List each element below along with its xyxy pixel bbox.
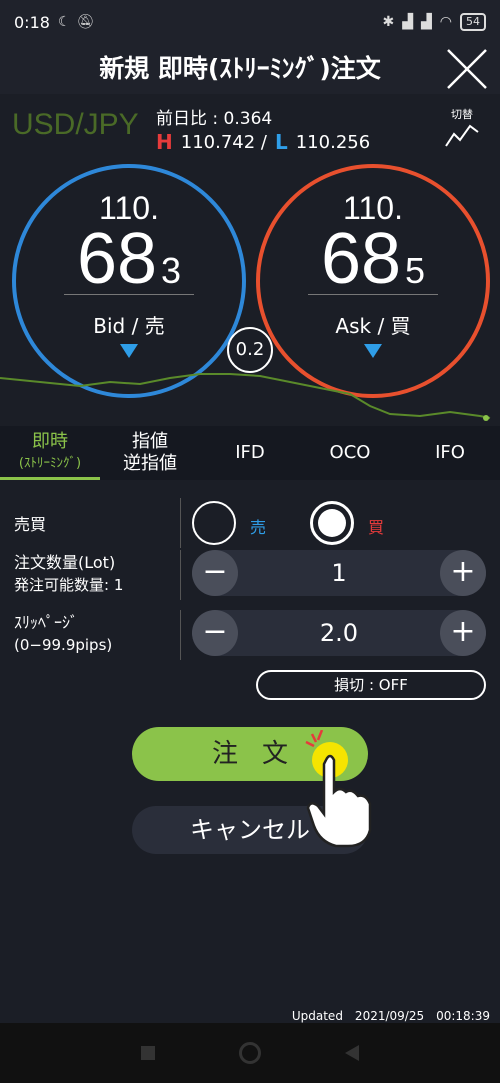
quote-bar: USD/JPY 前日比 : 0.364 H 110.742 / L 110.25… — [0, 94, 500, 164]
moon-icon: ☾ — [57, 14, 71, 30]
tab-label: IFO — [435, 442, 465, 463]
tab-label: IFD — [235, 442, 265, 463]
wifi-icon: ◠ — [439, 14, 452, 30]
tap-hand-icon — [305, 730, 372, 848]
slippage-minus-button[interactable]: − — [192, 610, 238, 656]
stoploss-button[interactable]: 損切 : OFF — [256, 670, 486, 700]
tab-label: OCO — [329, 442, 371, 463]
ask-down-arrow-icon — [364, 344, 382, 358]
signal-icon-2: ▟ — [421, 14, 432, 30]
bluetooth-icon: ✱ — [382, 14, 395, 30]
nav-bar — [0, 1023, 500, 1083]
sell-label: 売 — [250, 518, 267, 537]
ask-divider — [308, 294, 438, 295]
tab-oco[interactable]: OCO — [300, 426, 400, 480]
sell-radio[interactable] — [192, 501, 236, 545]
high-label: H — [156, 130, 173, 154]
slippage-range: (0−99.9pips) — [14, 636, 113, 654]
order-type-tabs: 即時 (ｽﾄﾘｰﾐﾝｸﾞ) 指値 逆指値 IFD OCO IFO — [0, 426, 500, 480]
bid-button[interactable]: 110. 68 3 Bid / 売 — [12, 164, 246, 398]
status-time: 0:18 — [14, 12, 50, 32]
slippage-label: ｽﾘｯﾍﾟｰｼﾞ — [14, 613, 79, 632]
tab-label: 即時 — [32, 431, 68, 452]
tab-label: 指値 — [132, 431, 168, 452]
quantity-stepper[interactable]: − 1 + — [192, 550, 486, 596]
back-icon[interactable] — [345, 1045, 359, 1061]
ask-rate: 68 5 — [260, 218, 486, 300]
close-icon — [447, 49, 487, 89]
battery-icon: 54 — [460, 13, 486, 31]
side-row: 売買 売 買 — [0, 490, 500, 556]
quantity-row: 注文数量(Lot) 発注可能数量: 1 − 1 + — [0, 550, 500, 610]
recent-apps-icon[interactable] — [141, 1046, 155, 1060]
tab-streaming[interactable]: 即時 (ｽﾄﾘｰﾐﾝｸﾞ) — [0, 426, 100, 480]
price-sparkline — [0, 373, 491, 421]
quantity-label: 注文数量(Lot) — [14, 553, 116, 572]
ask-button[interactable]: 110. 68 5 Ask / 買 — [256, 164, 490, 398]
switch-label: 切替 — [451, 108, 473, 121]
side-label: 売買 — [14, 515, 47, 534]
divider — [180, 498, 181, 548]
tab-ifo[interactable]: IFO — [400, 426, 500, 480]
slippage-row: ｽﾘｯﾍﾟｰｼﾞ (0−99.9pips) − 2.0 + — [0, 610, 500, 670]
tab-ifd[interactable]: IFD — [200, 426, 300, 480]
close-button[interactable] — [442, 44, 492, 94]
ask-label: Ask / 買 — [335, 314, 411, 338]
bid-label: Bid / 売 — [93, 314, 165, 338]
slippage-value[interactable]: 2.0 — [238, 610, 440, 656]
tab-sub-label: (ｽﾄﾘｰﾐﾝｸﾞ) — [18, 456, 82, 471]
bid-divider — [64, 294, 194, 295]
slippage-stepper[interactable]: − 2.0 + — [192, 610, 486, 656]
bid-rate: 68 3 — [16, 218, 242, 300]
buy-radio[interactable] — [310, 501, 354, 545]
buy-label: 買 — [368, 518, 385, 537]
quantity-minus-button[interactable]: − — [192, 550, 238, 596]
low-label: L — [274, 130, 288, 154]
page-title: 新規 即時(ｽﾄﾘｰﾐﾝｸﾞ)注文 — [99, 54, 381, 83]
high-low: H 110.742 / L 110.256 — [156, 130, 370, 154]
bid-down-arrow-icon — [120, 344, 138, 358]
updated-timestamp: Updated 2021/09/25 00:18:39 — [291, 1009, 490, 1023]
chart-switch-button[interactable]: 切替 — [440, 106, 484, 152]
high-value: 110.742 / — [180, 131, 267, 153]
quantity-plus-button[interactable]: + — [440, 550, 486, 596]
spread-badge: 0.2 — [227, 327, 273, 373]
ask-rate-main: 68 — [320, 219, 402, 299]
signal-icon: ▟ — [402, 14, 413, 30]
quantity-value[interactable]: 1 — [238, 550, 440, 596]
bid-rate-main: 68 — [76, 219, 158, 299]
slippage-plus-button[interactable]: + — [440, 610, 486, 656]
mute-icon: 🔕︎ — [76, 14, 95, 30]
available-quantity: 発注可能数量: 1 — [14, 576, 124, 594]
home-icon[interactable] — [239, 1042, 261, 1064]
bid-rate-pip: 3 — [161, 250, 182, 291]
prev-day-change: 前日比 : 0.364 — [156, 109, 273, 129]
ask-rate-pip: 5 — [405, 250, 426, 291]
currency-pair: USD/JPY — [12, 108, 139, 141]
chart-icon — [445, 124, 479, 147]
tab-sub-label: 逆指値 — [123, 453, 177, 474]
divider — [180, 610, 181, 660]
low-value: 110.256 — [295, 131, 371, 153]
header: 新規 即時(ｽﾄﾘｰﾐﾝｸﾞ)注文 — [0, 44, 500, 94]
status-bar: 0:18 ☾ 🔕︎ ✱ ▟ ▟ ◠ 54 — [0, 0, 500, 44]
tab-limit[interactable]: 指値 逆指値 — [100, 426, 200, 480]
divider — [180, 550, 181, 600]
